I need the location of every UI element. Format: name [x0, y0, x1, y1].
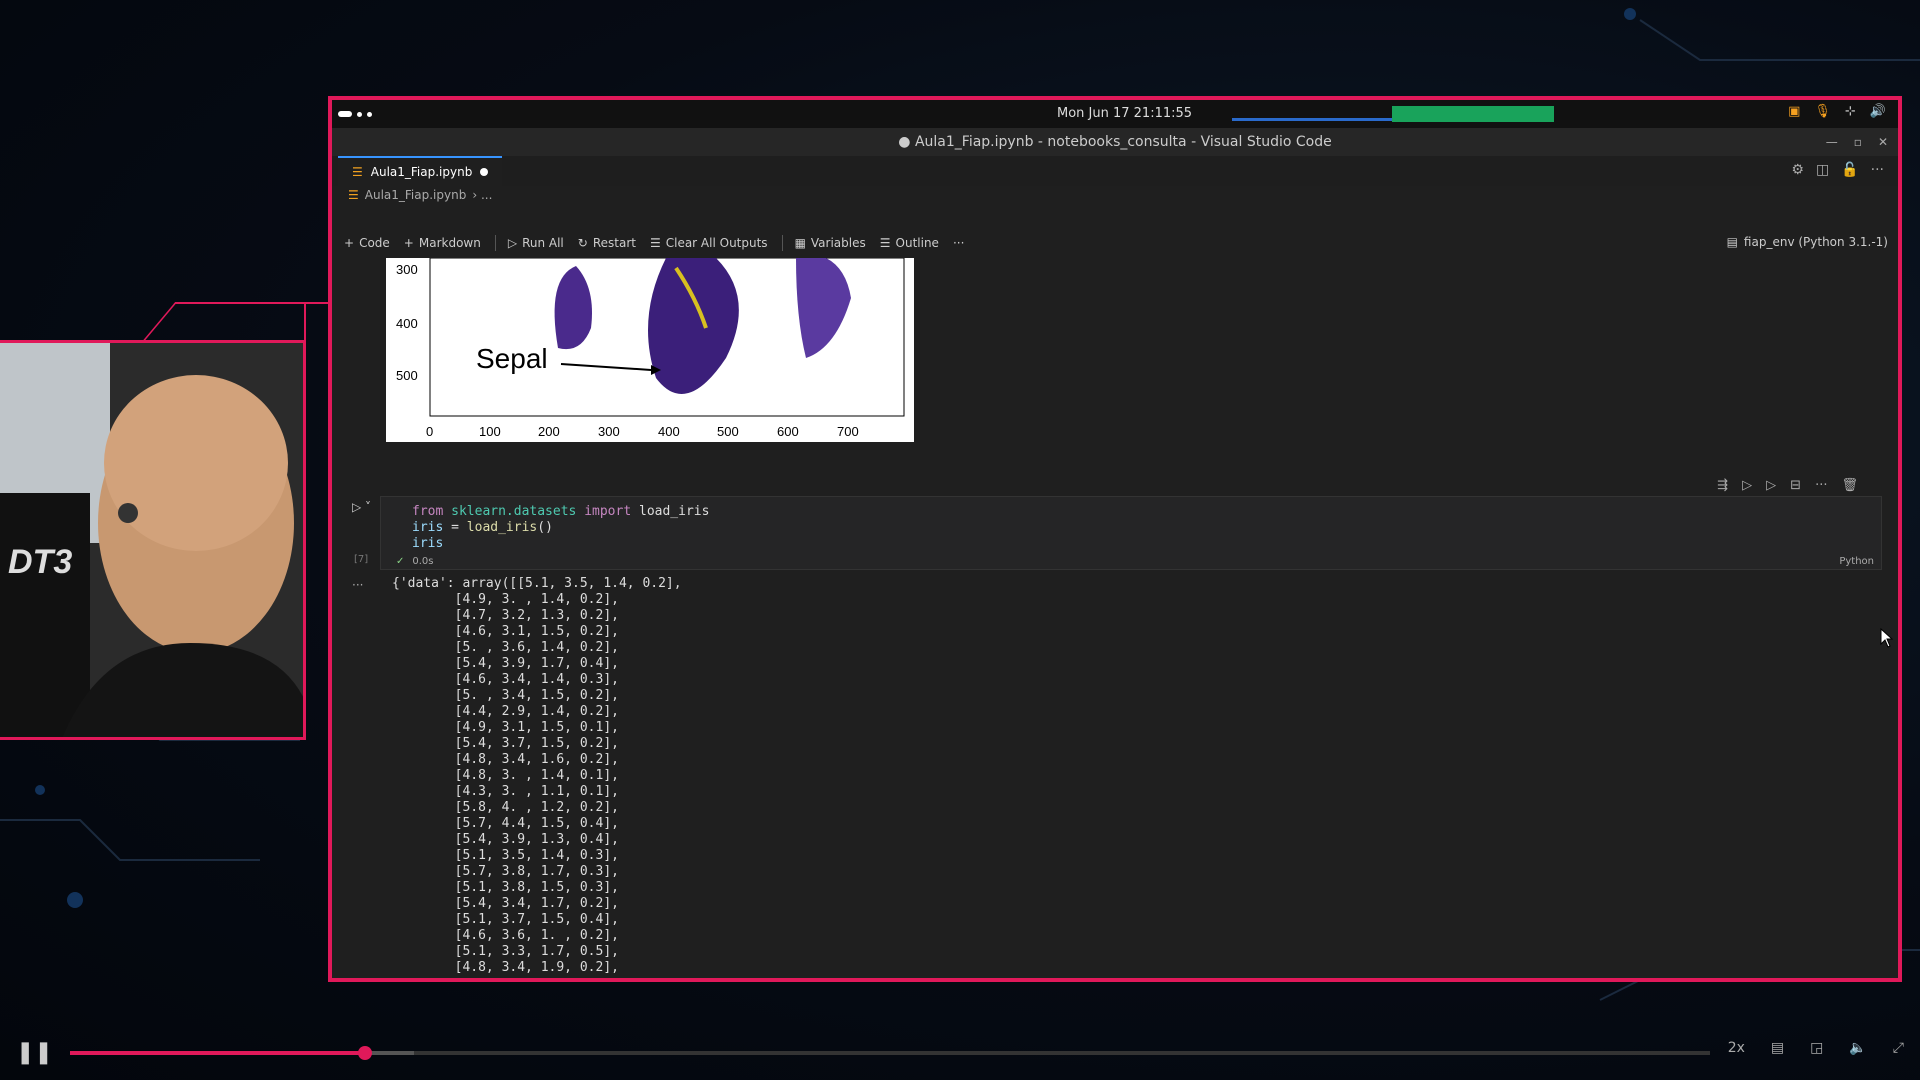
captions-icon[interactable]: ▤: [1771, 1040, 1784, 1056]
progress-knob[interactable]: [358, 1046, 373, 1060]
workspace-indicator[interactable]: [338, 111, 372, 117]
breadcrumb-file[interactable]: Aula1_Fiap.ipynb: [365, 188, 467, 202]
webcam-frame-tab: [140, 302, 346, 344]
kernel-icon: ▤: [1726, 235, 1738, 249]
video-player-bar: ❚❚ 2x ▤ ◲ 🔈 ⤢: [0, 1022, 1920, 1080]
video-progress-bar[interactable]: [70, 1046, 1710, 1060]
network-icon[interactable]: ⊹: [1845, 104, 1856, 119]
x-tick: 0: [426, 424, 433, 439]
notebook-icon: ☰: [348, 188, 359, 202]
x-tick: 600: [777, 424, 799, 439]
clear-all-outputs-button[interactable]: ☰ Clear All Outputs: [650, 236, 768, 250]
check-icon: ✓: [396, 556, 405, 567]
plus-icon: +: [403, 236, 414, 250]
x-tick: 700: [837, 424, 859, 439]
volume-icon[interactable]: 🔈: [1849, 1040, 1866, 1056]
kernel-picker[interactable]: ▤ fiap_env (Python 3.1.-1): [1727, 235, 1888, 249]
plus-icon: +: [344, 236, 355, 250]
restart-button[interactable]: ↻ Restart: [578, 236, 636, 250]
mouse-cursor-icon: [1880, 628, 1894, 648]
y-tick: 300: [396, 262, 418, 277]
window-title: ● Aula1_Fiap.ipynb - notebooks_consulta …: [898, 134, 1332, 150]
run-all-button[interactable]: ▷ Run All: [508, 236, 564, 250]
iris-flower-plot: Sepal 300 400 500 0 100 200 300 400 500 …: [396, 258, 905, 439]
run-cell-button[interactable]: ▷ ˅: [352, 500, 371, 514]
tab-label: Aula1_Fiap.ipynb: [370, 165, 473, 179]
x-tick: 200: [538, 424, 560, 439]
play-icon: ▷: [507, 236, 518, 250]
tab-aula1-fiap[interactable]: ☰ Aula1_Fiap.ipynb: [338, 156, 503, 186]
unsaved-dot-icon[interactable]: [480, 168, 489, 176]
pause-icon[interactable]: ❚❚: [16, 1040, 53, 1065]
x-tick: 300: [598, 424, 620, 439]
execute-below-icon[interactable]: ▷: [1766, 478, 1776, 493]
output-more-icon[interactable]: ···: [352, 578, 363, 592]
window-title-bar: ● Aula1_Fiap.ipynb - notebooks_consulta …: [332, 128, 1898, 156]
add-markdown-cell-button[interactable]: + Markdown: [404, 236, 481, 250]
system-tray: ▣ 🎙 ⊹ 🔊: [1788, 104, 1886, 119]
delete-icon[interactable]: 🗑: [1841, 478, 1858, 493]
breadcrumb: ☰ Aula1_Fiap.ipynb › ...: [348, 188, 492, 202]
execution-time: 0.0s: [412, 556, 434, 567]
fullscreen-icon[interactable]: ⤢: [1893, 1040, 1904, 1056]
webcam-feed: DT3: [0, 340, 306, 740]
cell-status: ✓ 0.0s: [396, 556, 434, 567]
y-tick: 500: [396, 368, 418, 383]
output-image-plot: Sepal 300 400 500 0 100 200 300 400 500 …: [386, 258, 914, 442]
breadcrumb-more[interactable]: › ...: [472, 188, 492, 202]
add-code-cell-button[interactable]: + Code: [344, 236, 390, 250]
vscode-window: Mon Jun 17 21:11:55 ▣ 🎙 ⊹ 🔊 ● Aula1_Fiap…: [328, 96, 1902, 982]
more-actions-icon[interactable]: ···: [1871, 162, 1884, 178]
pip-icon[interactable]: ◲: [1810, 1040, 1823, 1056]
run-by-line-icon[interactable]: ⇶: [1717, 478, 1728, 493]
y-tick: 400: [396, 316, 418, 331]
execute-above-icon[interactable]: ▷: [1742, 478, 1752, 493]
close-icon[interactable]: ✕: [1878, 128, 1888, 156]
system-monitor-graph: [1232, 106, 1554, 122]
table-icon: ▦: [794, 236, 806, 250]
execution-count: [7]: [354, 554, 369, 565]
split-editor-icon[interactable]: ◫: [1816, 162, 1829, 178]
editor-tabs: ☰ Aula1_Fiap.ipynb ⚙ ◫ 🔓 ···: [332, 156, 1898, 186]
more-icon[interactable]: ···: [1815, 478, 1827, 493]
system-top-bar: Mon Jun 17 21:11:55 ▣ 🎙 ⊹ 🔊: [332, 100, 1898, 128]
microphone-icon[interactable]: 🎙: [1814, 104, 1831, 119]
code-editor[interactable]: from sklearn.datasets import load_iris i…: [412, 504, 709, 552]
svg-text:DT3: DT3: [8, 543, 72, 581]
gear-icon[interactable]: ⚙: [1791, 162, 1804, 178]
outline-button[interactable]: ☰ Outline: [880, 236, 939, 250]
list-icon: ☰: [879, 236, 891, 250]
notebook-icon: ☰: [352, 165, 363, 179]
minimize-icon[interactable]: —: [1826, 128, 1838, 156]
split-cell-icon[interactable]: ⊟: [1790, 478, 1801, 493]
x-tick: 100: [479, 424, 501, 439]
progress-fill: [70, 1051, 366, 1055]
lock-icon[interactable]: 🔓: [1841, 162, 1858, 178]
restart-icon: ↻: [577, 236, 588, 250]
notification-icon[interactable]: ▣: [1788, 104, 1800, 119]
notebook-toolbar: + Code + Markdown ▷ Run All ↻ Restart ☰ Clear…: [332, 230, 1898, 256]
x-tick: 500: [717, 424, 739, 439]
playback-speed[interactable]: 2x: [1728, 1040, 1745, 1056]
x-tick: 400: [658, 424, 680, 439]
system-clock[interactable]: Mon Jun 17 21:11:55: [1057, 106, 1192, 121]
volume-icon[interactable]: 🔊: [1870, 104, 1886, 119]
cell-output: {'data': array([[5.1, 3.5, 1.4, 0.2], [4…: [392, 576, 682, 975]
cell-toolbar: ⇶ ▷ ▷ ⊟ ··· 🗑: [1717, 478, 1858, 493]
clear-icon: ☰: [649, 236, 661, 250]
plot-annotation: Sepal: [476, 343, 548, 374]
toolbar-more-button[interactable]: ···: [953, 236, 964, 250]
variables-button[interactable]: ▦ Variables: [795, 236, 866, 250]
cell-language[interactable]: Python: [1839, 556, 1874, 567]
maximize-icon[interactable]: ▫: [1854, 128, 1862, 156]
